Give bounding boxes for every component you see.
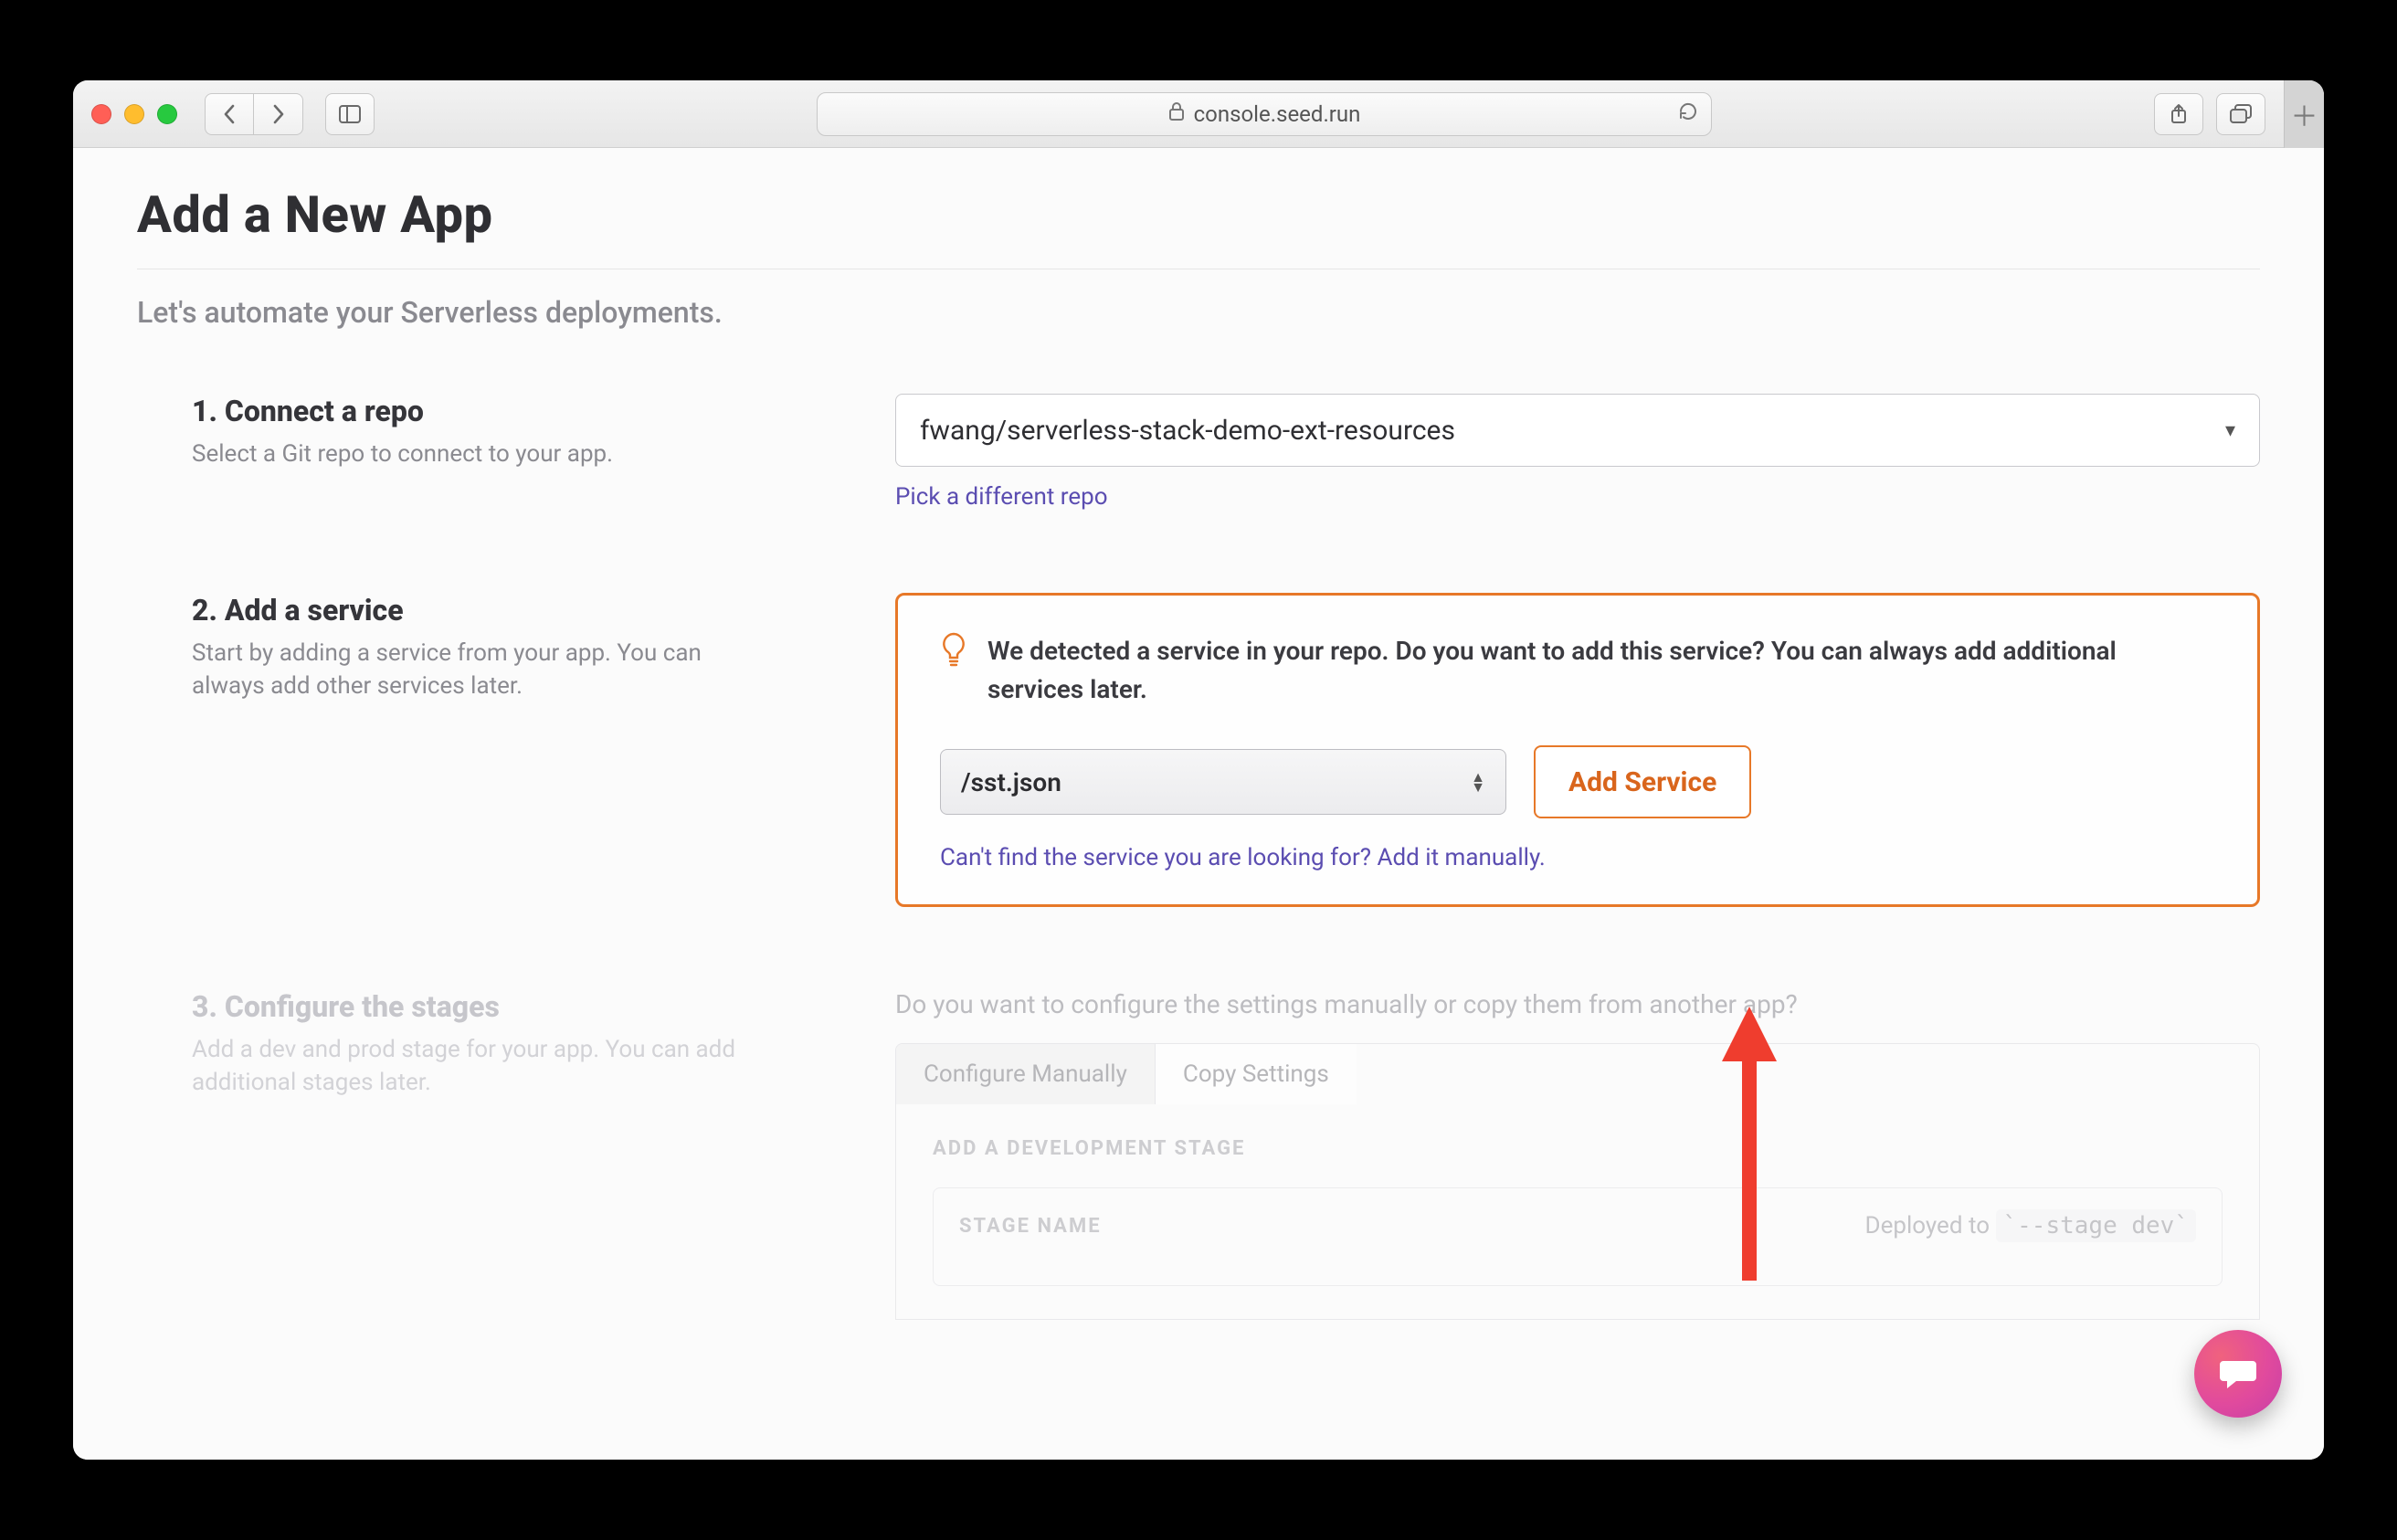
browser-window: console.seed.run ＋ Add a New App Let's a…: [73, 80, 2324, 1460]
dev-stage-section-label: ADD A DEVELOPMENT STAGE: [933, 1137, 2223, 1160]
nav-back-forward: [205, 93, 303, 135]
forward-button[interactable]: [254, 93, 303, 135]
service-path-select[interactable]: /sst.json ▲▼: [940, 749, 1506, 815]
updown-icon: ▲▼: [1471, 772, 1485, 792]
step3-question: Do you want to configure the settings ma…: [895, 989, 2260, 1019]
tabs-overview-button[interactable]: [2216, 93, 2265, 135]
caret-down-icon: ▾: [2225, 419, 2235, 442]
add-service-button[interactable]: Add Service: [1534, 745, 1751, 818]
sidebar-toggle-button[interactable]: [325, 93, 375, 135]
add-manually-link[interactable]: Can't find the service you are looking f…: [940, 844, 2215, 871]
close-window-button[interactable]: [91, 104, 111, 124]
tab-configure-manually[interactable]: Configure Manually: [896, 1044, 1156, 1104]
repo-dropdown[interactable]: fwang/serverless-stack-demo-ext-resource…: [895, 394, 2260, 467]
back-button[interactable]: [205, 93, 254, 135]
stage-name-label: STAGE NAME: [959, 1215, 1102, 1238]
detected-service-message: We detected a service in your repo. Do y…: [987, 632, 2215, 709]
step-configure-stages: 3. Configure the stages Add a dev and pr…: [137, 989, 2260, 1320]
window-controls: [91, 104, 177, 124]
config-tabs: Configure Manually Copy Settings: [896, 1044, 2259, 1104]
chevron-left-icon: [222, 104, 237, 124]
step-connect-repo: 1. Connect a repo Select a Git repo to c…: [137, 394, 2260, 511]
lightbulb-icon: [940, 632, 967, 670]
chat-widget-button[interactable]: [2194, 1330, 2282, 1418]
stage-config-box: Configure Manually Copy Settings ADD A D…: [895, 1043, 2260, 1320]
detected-service-panel: We detected a service in your repo. Do y…: [895, 593, 2260, 907]
address-bar-host: console.seed.run: [1194, 101, 1361, 127]
step1-title: 1. Connect a repo: [192, 394, 840, 428]
step2-desc: Start by adding a service from your app.…: [192, 637, 776, 703]
repo-dropdown-value: fwang/serverless-stack-demo-ext-resource…: [920, 415, 1455, 447]
new-tab-button[interactable]: ＋: [2284, 80, 2324, 148]
browser-titlebar: console.seed.run ＋: [73, 80, 2324, 148]
page-subtitle: Let's automate your Serverless deploymen…: [137, 295, 2260, 330]
tabs-icon: [2230, 104, 2252, 124]
page-content: Add a New App Let's automate your Server…: [73, 148, 2324, 1460]
step1-desc: Select a Git repo to connect to your app…: [192, 438, 776, 470]
sidebar-icon: [339, 105, 361, 123]
pick-different-repo-link[interactable]: Pick a different repo: [895, 483, 1108, 511]
step3-desc: Add a dev and prod stage for your app. Y…: [192, 1033, 776, 1100]
service-path-value: /sst.json: [961, 767, 1061, 797]
minimize-window-button[interactable]: [124, 104, 144, 124]
step2-title: 2. Add a service: [192, 593, 840, 628]
reload-icon: [1678, 101, 1698, 121]
lock-icon: [1168, 102, 1185, 125]
deployed-to-text: Deployed to `--stage dev`: [1865, 1212, 2196, 1239]
chat-icon: [2216, 1352, 2260, 1396]
step-add-service: 2. Add a service Start by adding a servi…: [137, 593, 2260, 907]
zoom-window-button[interactable]: [157, 104, 177, 124]
page-title: Add a New App: [137, 185, 2260, 245]
share-button[interactable]: [2154, 93, 2203, 135]
chevron-right-icon: [271, 104, 286, 124]
reload-button[interactable]: [1678, 101, 1698, 127]
address-bar[interactable]: console.seed.run: [817, 92, 1712, 136]
step3-title: 3. Configure the stages: [192, 989, 840, 1024]
add-service-button-label: Add Service: [1568, 766, 1716, 798]
share-icon: [2170, 103, 2188, 125]
tab-copy-settings[interactable]: Copy Settings: [1156, 1044, 1357, 1104]
